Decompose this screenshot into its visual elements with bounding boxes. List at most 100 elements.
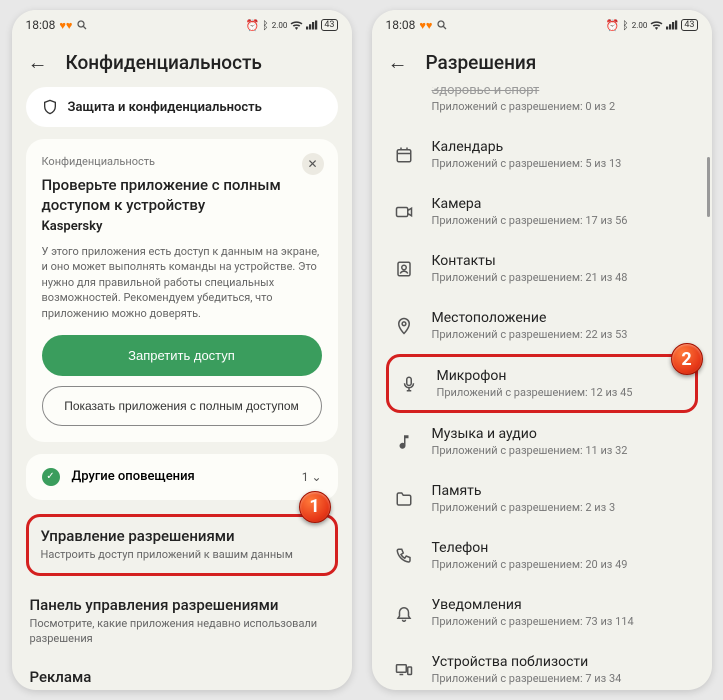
permission-sub: Приложений с разрешением: 2 из 3 xyxy=(432,501,690,514)
close-icon[interactable]: ✕ xyxy=(302,153,324,175)
permission-sub: Приложений с разрешением: 22 из 53 xyxy=(432,328,690,341)
battery-icon: 43 xyxy=(321,19,337,31)
phone-icon xyxy=(394,546,414,566)
permission-sub: Приложений с разрешением: 20 из 49 xyxy=(432,558,690,571)
permission-title: Память xyxy=(432,483,690,499)
bell-icon xyxy=(394,603,414,623)
permission-row-contacts[interactable]: Контакты Приложений с разрешением: 21 из … xyxy=(372,240,712,297)
card-title: Проверьте приложение с полным доступом к… xyxy=(42,176,322,215)
calendar-icon xyxy=(394,145,414,165)
permissions-list: Здоровье и спорт Приложений с разрешением… xyxy=(372,87,712,690)
show-apps-button[interactable]: Показать приложения с полным доступом xyxy=(42,386,322,426)
microphone-highlight: 2МикрофонПриложений с разрешением: 12 из… xyxy=(386,354,698,413)
permission-sub: Приложений с разрешением: 11 из 32 xyxy=(432,444,690,457)
status-bar: 18:08 ♥♥ ⏰ ᛒ 2.00 43 xyxy=(12,10,352,40)
permission-title: Устройства поблизости xyxy=(432,654,690,670)
permission-title: Календарь xyxy=(432,139,690,155)
check-icon: ✓ xyxy=(42,468,60,486)
ads-title: Реклама xyxy=(30,668,334,686)
permission-sub: Приложений с разрешением: 7 из 34 xyxy=(432,672,690,685)
other-notifications-row[interactable]: ✓ Другие оповещения 1 ⌄ xyxy=(26,454,338,500)
signal-icon xyxy=(306,20,318,30)
status-time: 18:08 xyxy=(26,18,56,32)
protection-pill[interactable]: Защита и конфиденциальность xyxy=(26,87,338,127)
contacts-icon xyxy=(394,259,414,279)
signal-icon xyxy=(666,20,678,30)
annotation-badge-1: 1 xyxy=(299,491,331,523)
card-description: У этого приложения есть доступ к данным … xyxy=(42,244,322,321)
permission-title: Здоровье и спорт xyxy=(432,87,690,98)
battery-icon: 43 xyxy=(681,19,697,31)
page-title: Разрешения xyxy=(426,51,537,74)
status-hearts-icon: ♥♥ xyxy=(59,19,72,32)
music-icon xyxy=(394,432,414,452)
phone-screen-permissions: 18:08 ♥♥ ⏰ ᛒ 2.00 43 ← Разрешения Здоров… xyxy=(372,10,712,690)
permission-sub: Приложений с разрешением: 0 из 2 xyxy=(432,100,690,113)
shield-icon xyxy=(42,99,58,115)
card-category: Конфиденциальность xyxy=(42,155,322,168)
panel-title: Панель управления разрешениями xyxy=(30,596,334,614)
permission-row-bell[interactable]: Уведомления Приложений с разрешением: 73 … xyxy=(372,584,712,641)
privacy-card: Конфиденциальность ✕ Проверьте приложени… xyxy=(26,139,338,442)
permissions-panel-section[interactable]: Панель управления разрешениями Посмотрит… xyxy=(26,584,338,657)
manage-permissions-title[interactable]: Управление разрешениями xyxy=(41,527,323,545)
permission-row-devices[interactable]: Устройства поблизости Приложений с разреш… xyxy=(372,641,712,690)
net-speed: 2.00 xyxy=(272,21,288,30)
permission-sub: Приложений с разрешением: 17 из 56 xyxy=(432,214,690,227)
scrollbar[interactable] xyxy=(707,157,710,217)
status-hearts-icon: ♥♥ xyxy=(419,19,432,32)
permission-title: Микрофон xyxy=(437,368,685,384)
panel-sub: Посмотрите, какие приложения недавно исп… xyxy=(30,617,334,647)
annotation-badge-2: 2 xyxy=(671,343,703,375)
bluetooth-icon: ᛒ xyxy=(622,19,629,32)
ads-section[interactable]: Реклама Указать, какие данные об устройс… xyxy=(26,656,338,690)
alarm-icon: ⏰ xyxy=(245,19,259,32)
permission-title: Телефон xyxy=(432,540,690,556)
permission-sub: Приложений с разрешением: 12 из 45 xyxy=(437,386,685,399)
permission-title: Камера xyxy=(432,196,690,212)
header: ← Разрешения xyxy=(372,40,712,87)
permission-sub: Приложений с разрешением: 73 из 114 xyxy=(432,615,690,628)
search-icon xyxy=(76,19,88,31)
status-bar: 18:08 ♥♥ ⏰ ᛒ 2.00 43 xyxy=(372,10,712,40)
notif-count: 1 ⌄ xyxy=(302,470,322,484)
block-access-button[interactable]: Запретить доступ xyxy=(42,335,322,376)
phone-screen-privacy: 18:08 ♥♥ ⏰ ᛒ 2.00 43 ← Конфиденциальност… xyxy=(12,10,352,690)
notif-label: Другие оповещения xyxy=(72,469,290,484)
manage-permissions-sub: Настроить доступ приложений к вашим данн… xyxy=(41,548,323,563)
page-title: Конфиденциальность xyxy=(66,51,262,74)
back-arrow-icon[interactable]: ← xyxy=(28,50,48,75)
permission-sub: Приложений с разрешением: 5 из 13 xyxy=(432,157,690,170)
permission-row-location[interactable]: Местоположение Приложений с разрешением: … xyxy=(372,297,712,354)
permission-row-calendar[interactable]: Календарь Приложений с разрешением: 5 из … xyxy=(372,126,712,183)
permission-title: Контакты xyxy=(432,253,690,269)
permission-title: Местоположение xyxy=(432,310,690,326)
search-icon xyxy=(436,19,448,31)
alarm-icon: ⏰ xyxy=(605,19,619,32)
card-app-name: Kaspersky xyxy=(42,219,322,234)
back-arrow-icon[interactable]: ← xyxy=(388,50,408,75)
manage-permissions-highlight: 1 Управление разрешениями Настроить дост… xyxy=(26,514,338,576)
permission-row-folder[interactable]: Память Приложений с разрешением: 2 из 3 xyxy=(372,470,712,527)
status-time: 18:08 xyxy=(386,18,416,32)
header: ← Конфиденциальность xyxy=(12,40,352,87)
wifi-icon xyxy=(650,20,663,30)
permission-title: Уведомления xyxy=(432,597,690,613)
devices-icon xyxy=(394,660,414,680)
permission-sub: Приложений с разрешением: 21 из 48 xyxy=(432,271,690,284)
net-speed: 2.00 xyxy=(632,21,648,30)
protection-label: Защита и конфиденциальность xyxy=(68,100,262,115)
location-icon xyxy=(394,316,414,336)
permission-row-heart[interactable]: Здоровье и спорт Приложений с разрешением… xyxy=(372,87,712,126)
mic-icon xyxy=(399,374,419,394)
camera-icon xyxy=(394,202,414,222)
permission-title: Музыка и аудио xyxy=(432,426,690,442)
permission-row-music[interactable]: Музыка и аудио Приложений с разрешением: … xyxy=(372,413,712,470)
folder-icon xyxy=(394,489,414,509)
permission-row-phone[interactable]: Телефон Приложений с разрешением: 20 из 4… xyxy=(372,527,712,584)
ads-sub: Указать, какие данные об устройстве буду… xyxy=(30,689,334,690)
permission-row-mic[interactable]: Микрофон Приложений с разрешением: 12 из … xyxy=(389,357,695,410)
permission-row-camera[interactable]: Камера Приложений с разрешением: 17 из 56 xyxy=(372,183,712,240)
bluetooth-icon: ᛒ xyxy=(262,19,269,32)
wifi-icon xyxy=(290,20,303,30)
